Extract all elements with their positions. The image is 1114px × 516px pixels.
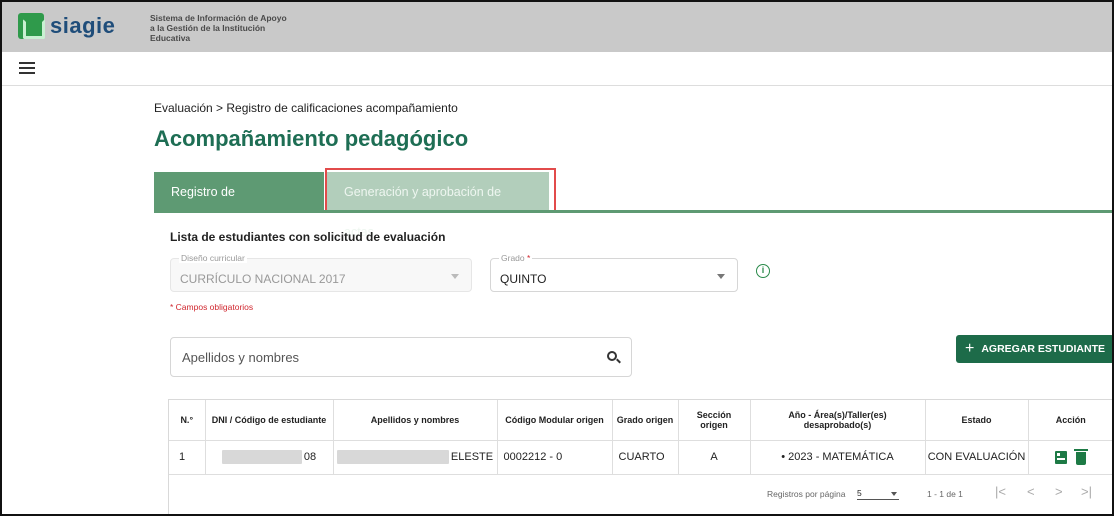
- plus-icon: +: [964, 340, 975, 357]
- app-frame: siagie Sistema de Información de Apoyo a…: [0, 0, 1114, 516]
- redacted-block: [221, 450, 302, 464]
- tab-bar: Registro de calificaciones Generación y …: [154, 168, 556, 239]
- column-header-nombres: Apellidos y nombres: [333, 400, 498, 441]
- cell-dni: 08: [205, 440, 334, 475]
- chevron-down-icon: [891, 492, 897, 496]
- column-header-accion: Acción: [1028, 400, 1112, 441]
- top-header: siagie Sistema de Información de Apoyo a…: [2, 2, 1112, 52]
- column-header-areas: Año - Área(s)/Taller(es) desaprobado(s): [750, 400, 926, 441]
- hamburger-menu-icon[interactable]: [19, 62, 35, 74]
- rows-per-page-label: Registros por página: [767, 489, 846, 499]
- cell-grado: CUARTO: [612, 440, 679, 475]
- curriculum-label: Diseño curricular: [179, 253, 247, 263]
- tab-registro-calificaciones[interactable]: Registro de calificaciones: [154, 172, 324, 239]
- pagination-range: 1 - 1 de 1: [927, 489, 963, 499]
- info-icon[interactable]: i: [756, 264, 770, 278]
- pagination: Registros por página 5 1 - 1 de 1 |< < >…: [169, 475, 1112, 514]
- column-header-grado: Grado origen: [612, 400, 679, 441]
- first-page-icon[interactable]: |<: [995, 484, 1006, 499]
- column-header-seccion: Sección origen: [678, 400, 751, 441]
- grado-value: QUINTO: [500, 272, 547, 286]
- page-title: Acompañamiento pedagógico: [154, 126, 469, 151]
- chevron-down-icon: [717, 274, 725, 279]
- cell-areas: • 2023 - MATEMÁTICA: [750, 440, 926, 475]
- next-page-icon[interactable]: >: [1055, 484, 1063, 499]
- column-header-estado: Estado: [925, 400, 1029, 441]
- redacted-block: [336, 450, 449, 464]
- tab-generacion-actas[interactable]: Generación y aprobación de actas: [325, 168, 556, 239]
- add-student-label: AGREGAR ESTUDIANTE: [981, 343, 1106, 355]
- trash-icon[interactable]: [1074, 448, 1089, 465]
- column-header-codigo-modular: Código Modular origen: [497, 400, 613, 441]
- table-header-row: N.° DNI / Código de estudiante Apellidos…: [169, 400, 1112, 441]
- rows-per-page-select[interactable]: 5: [857, 488, 899, 500]
- system-subtitle: Sistema de Información de Apoyo a la Ges…: [150, 13, 287, 43]
- cell-seccion: A: [678, 440, 751, 475]
- curriculum-value: CURRÍCULO NACIONAL 2017: [180, 272, 346, 286]
- curriculum-select: Diseño curricular CURRÍCULO NACIONAL 201…: [170, 253, 472, 292]
- chevron-down-icon: [451, 274, 459, 279]
- menu-bar: [2, 52, 1112, 86]
- cell-nombres: ELESTE: [333, 440, 498, 475]
- siagie-logo-icon: [18, 13, 45, 39]
- search-input[interactable]: Apellidos y nombres: [170, 337, 632, 377]
- column-header-dni: DNI / Código de estudiante: [205, 400, 334, 441]
- cell-estado: CON EVALUACIÓN: [925, 440, 1029, 475]
- search-placeholder: Apellidos y nombres: [182, 350, 300, 365]
- section-title: Lista de estudiantes con solicitud de ev…: [170, 230, 446, 244]
- cell-accion: [1028, 440, 1112, 475]
- siagie-logo: siagie: [18, 13, 115, 39]
- cell-n: 1: [169, 440, 206, 475]
- highlight-box: [325, 168, 556, 212]
- breadcrumb: Evaluación > Registro de calificaciones …: [154, 101, 458, 115]
- table-row: 1 08 ELESTE 0002212 - 0 CUARTO A • 2023 …: [169, 440, 1112, 475]
- grado-select[interactable]: Grado * QUINTO: [490, 253, 738, 292]
- grade-register-icon[interactable]: [1055, 450, 1068, 464]
- search-icon[interactable]: [607, 351, 621, 364]
- column-header-n: N.°: [169, 400, 206, 441]
- add-student-button[interactable]: + AGREGAR ESTUDIANTE: [956, 335, 1112, 363]
- cell-codigo-modular: 0002212 - 0: [497, 440, 613, 475]
- logo-text: siagie: [50, 13, 116, 38]
- last-page-icon[interactable]: >|: [1081, 484, 1092, 499]
- grado-label: Grado *: [499, 253, 533, 263]
- tab-underline: [154, 210, 1112, 213]
- required-fields-note: * Campos obligatorios: [170, 302, 254, 312]
- students-table: N.° DNI / Código de estudiante Apellidos…: [168, 399, 1112, 514]
- prev-page-icon[interactable]: <: [1027, 484, 1035, 499]
